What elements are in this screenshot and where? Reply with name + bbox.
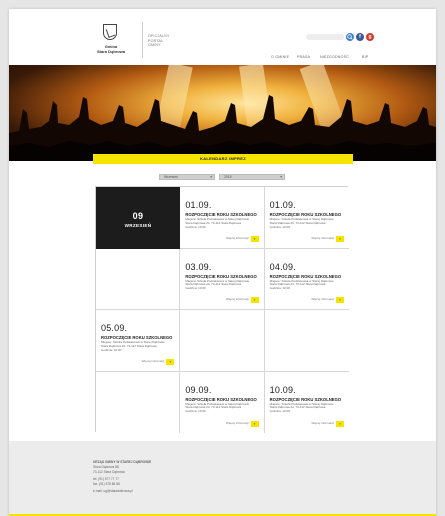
logo-line2: Stara Dąbrowa xyxy=(96,49,125,54)
more-info-link[interactable]: Więcej informacji xyxy=(311,236,334,240)
event-cell[interactable]: 05.09. ROZPOCZĘCIE ROKU SZKOLNEGO Miejsc… xyxy=(96,310,181,372)
event-date: 05.09. xyxy=(101,323,128,333)
more-info-link[interactable]: Więcej informacji xyxy=(311,421,334,425)
hero-concert-image xyxy=(9,65,436,161)
page: Gmina Stara Dąbrowa OFICJALNY PORTAL GMI… xyxy=(9,9,436,516)
chevron-down-icon: ▾ xyxy=(280,175,282,179)
site-footer: URZĄD GMINY W STAREJ DĄBROWIE Stara Dąbr… xyxy=(9,441,436,514)
event-description: Miejsce: Szkoła Podstawowa w Starej Dąbr… xyxy=(269,217,334,229)
footer-phone: tel. (91) 577 77 77 xyxy=(93,477,119,481)
event-cell[interactable]: 03.09. ROZPOCZĘCIE ROKU SZKOLNEGO Miejsc… xyxy=(180,248,265,310)
site-logo[interactable]: Gmina Stara Dąbrowa xyxy=(91,22,143,58)
chevron-down-icon: ▾ xyxy=(210,175,212,179)
more-info-link[interactable]: Więcej informacji xyxy=(311,297,334,301)
google-plus-icon[interactable]: g xyxy=(366,33,374,41)
event-cell[interactable]: 09.09. ROZPOCZĘCIE ROKU SZKOLNEGO Miejsc… xyxy=(180,371,265,433)
footer-address-line: Stara Dąbrowa 88 xyxy=(93,465,119,469)
arrow-right-icon[interactable]: › xyxy=(335,421,344,427)
calendar-grid: 09 WRZESIEŃ 01.09. ROZPOCZĘCIE ROKU SZKO… xyxy=(95,186,349,433)
nav-item-o-gminie[interactable]: O GMINIE xyxy=(271,55,289,59)
event-description: Miejsce: Szkoła Podstawowa w Starej Dąbr… xyxy=(185,217,250,229)
month-number: 09 xyxy=(132,211,144,221)
empty-cell xyxy=(96,371,181,433)
event-date: 09.09. xyxy=(185,384,212,395)
empty-cell xyxy=(264,310,349,372)
event-description: Miejsce: Szkoła Podstawowa w Starej Dąbr… xyxy=(269,278,334,291)
more-info-link[interactable]: Więcej informacji xyxy=(226,236,249,240)
nav-item-niezgodnosc[interactable]: NIEZGODNOŚĆ xyxy=(320,55,349,59)
calendar-banner: KALENDARZ IMPREZ xyxy=(93,154,353,164)
crest-icon xyxy=(103,24,117,40)
arrow-right-icon[interactable]: › xyxy=(250,297,259,303)
more-info-link[interactable]: Więcej informacji xyxy=(142,359,165,363)
empty-cell xyxy=(96,248,181,310)
event-cell[interactable]: 01.09. ROZPOCZĘCIE ROKU SZKOLNEGO Miejsc… xyxy=(264,187,349,249)
event-title: ROZPOCZĘCIE ROKU SZKOLNEGO xyxy=(269,273,342,279)
month-name: WRZESIEŃ xyxy=(124,223,152,228)
nav-item-prasa[interactable]: PRASA xyxy=(297,55,310,59)
arrow-right-icon[interactable]: › xyxy=(166,358,175,365)
arrow-right-icon[interactable]: › xyxy=(250,421,259,427)
more-info-link[interactable]: Więcej informacji xyxy=(226,421,249,425)
event-cell[interactable]: 01.09. ROZPOCZĘCIE ROKU SZKOLNEGO Miejsc… xyxy=(180,187,265,249)
arrow-right-icon[interactable]: › xyxy=(335,235,344,242)
event-description: Miejsce: Szkoła Podstawowa w Starej Dąbr… xyxy=(185,401,250,414)
year-select[interactable]: 2015 ▾ xyxy=(219,174,285,180)
event-title: ROZPOCZĘCIE ROKU SZKOLNEGO xyxy=(185,396,257,402)
event-title: ROZPOCZĘCIE ROKU SZKOLNEGO xyxy=(269,396,342,402)
footer-office-name: URZĄD GMINY W STAREJ DĄBROWIE xyxy=(93,460,152,464)
footer-email[interactable]: e-mail: ug@staradabrowa.pl xyxy=(93,489,133,493)
search-icon[interactable] xyxy=(346,33,354,41)
event-description: Miejsce: Szkoła Podstawowa w Starej Dąbr… xyxy=(101,340,165,352)
search-input[interactable] xyxy=(306,34,344,40)
empty-cell xyxy=(180,310,265,372)
event-description: Miejsce: Szkoła Podstawowa w Starej Dąbr… xyxy=(269,401,334,414)
event-description: Miejsce: Szkoła Podstawowa w Starej Dąbr… xyxy=(185,278,250,291)
more-info-link[interactable]: Więcej informacji xyxy=(226,297,249,301)
arrow-right-icon[interactable]: › xyxy=(250,235,259,242)
event-cell[interactable]: 10.09. ROZPOCZĘCIE ROKU SZKOLNEGO Miejsc… xyxy=(264,371,349,433)
portal-label: OFICJALNY PORTAL GMINY xyxy=(148,34,170,48)
facebook-icon[interactable]: f xyxy=(356,33,364,41)
footer-address-line: 73-112 Stara Dąbrowa xyxy=(93,469,125,474)
event-cell[interactable]: 04.09. ROZPOCZĘCIE ROKU SZKOLNEGO Miejsc… xyxy=(264,248,349,310)
event-title: ROZPOCZĘCIE ROKU SZKOLNEGO xyxy=(185,273,257,279)
arrow-right-icon[interactable]: › xyxy=(335,297,344,303)
event-date: 01.09. xyxy=(185,200,212,210)
footer-fax: fax. (91) 578 88 88 xyxy=(93,481,120,486)
event-date: 10.09. xyxy=(269,384,296,395)
nav-item-bip[interactable]: BIP xyxy=(362,55,368,59)
event-date: 03.09. xyxy=(185,261,212,272)
month-header-cell: 09 WRZESIEŃ xyxy=(96,187,181,249)
event-date: 01.09. xyxy=(269,200,296,210)
site-header: Gmina Stara Dąbrowa OFICJALNY PORTAL GMI… xyxy=(9,9,436,65)
month-select[interactable]: Wrzesień ▾ xyxy=(159,174,215,180)
crowd-silhouette xyxy=(9,95,436,161)
event-date: 04.09. xyxy=(269,261,296,272)
